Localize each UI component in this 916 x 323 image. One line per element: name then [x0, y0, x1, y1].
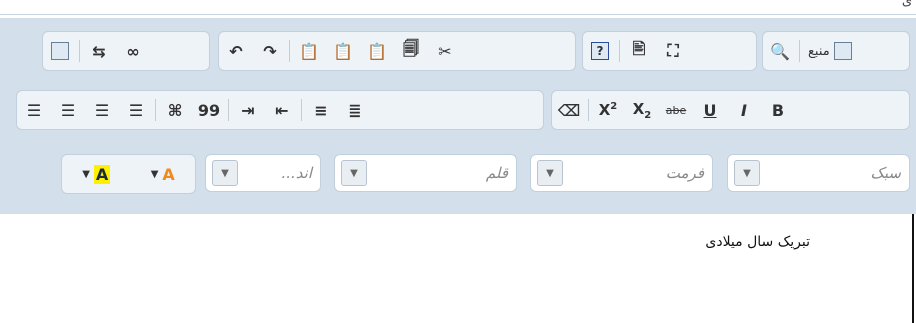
cut-icon: ✂ — [438, 41, 452, 61]
chevron-down-icon: ▼ — [341, 160, 367, 186]
paste-button[interactable]: 📋 — [363, 37, 391, 65]
undo-button[interactable]: ↶ — [222, 37, 250, 65]
templates-button[interactable]: 🖹 — [625, 37, 653, 65]
chevron-down-icon: ▼ — [537, 160, 563, 186]
source-label: منبع — [808, 43, 830, 59]
content-text: تبریک سال میلادی — [705, 234, 810, 250]
blockquote-button[interactable]: 99 — [195, 96, 223, 124]
bold-button[interactable]: B — [764, 96, 792, 124]
clipboard-group: ↶ ↷ 📋 📋 📋 🗐 ✂ — [218, 31, 576, 71]
copy-button[interactable]: 🗐 — [397, 37, 425, 65]
chevron-down-icon: ▼ — [150, 168, 159, 180]
outdent-button[interactable]: ⇤ — [268, 96, 296, 124]
paste-text-icon: 📋 — [333, 41, 353, 61]
color-group: ▼ A ▼ A — [61, 154, 196, 194]
indent-icon: ⇥ — [241, 100, 255, 120]
numbered-list-icon: ≣ — [348, 100, 362, 120]
chevron-down-icon: ▼ — [212, 160, 238, 186]
select-all-button[interactable] — [46, 37, 74, 65]
separator — [799, 40, 800, 62]
style-combo-label: سبک — [870, 164, 901, 182]
superscript-label: X2 — [598, 101, 618, 119]
replace-button[interactable]: ⇆ — [85, 37, 113, 65]
div-icon: ⌘ — [167, 100, 183, 120]
align-center-icon: ☰ — [94, 100, 110, 120]
chevron-down-icon: ▼ — [734, 160, 760, 186]
paste-word-button[interactable]: 📋 — [295, 37, 323, 65]
select-all-icon — [51, 42, 69, 60]
replace-icon: ⇆ — [92, 41, 106, 61]
help-button[interactable]: ? — [586, 37, 614, 65]
bulleted-list-icon: ≡ — [314, 100, 328, 120]
text-color-button[interactable]: ▼ A — [82, 164, 111, 184]
misc-group: ? 🖹 ⛶ — [582, 31, 757, 71]
align-center-button[interactable]: ☰ — [88, 96, 116, 124]
source-icon — [833, 42, 852, 60]
preview-button[interactable]: 🔍 — [766, 37, 794, 65]
binoculars-icon: ∞ — [126, 41, 140, 61]
align-right-icon: ☰ — [60, 100, 76, 120]
align-justify-icon: ☰ — [26, 100, 42, 120]
text-caret — [912, 214, 914, 323]
align-left-button[interactable]: ☰ — [122, 96, 150, 124]
top-strip: ی — [0, 0, 916, 15]
bg-color-button[interactable]: ▼ A — [151, 165, 175, 184]
editor-content[interactable]: تبریک سال میلادی — [0, 214, 916, 323]
text-color-icon: A — [93, 164, 111, 184]
style-combo[interactable]: ▼ سبک — [727, 154, 910, 192]
numbered-list-button[interactable]: ≣ — [341, 96, 369, 124]
eraser-icon: ⌫ — [557, 100, 581, 120]
separator — [289, 40, 290, 62]
preview-icon: 🔍 — [770, 41, 790, 61]
paste-icon: 📋 — [367, 41, 387, 61]
outdent-icon: ⇤ — [275, 100, 289, 120]
align-right-button[interactable]: ☰ — [54, 96, 82, 124]
italic-button[interactable]: I — [730, 96, 758, 124]
size-combo-label: ...اند — [281, 164, 312, 182]
separator — [155, 99, 156, 121]
justify-button[interactable]: ☰ — [20, 96, 48, 124]
paste-text-button[interactable]: 📋 — [329, 37, 357, 65]
underline-button[interactable]: U — [696, 96, 724, 124]
align-left-icon: ☰ — [128, 100, 144, 120]
create-div-button[interactable]: ⌘ — [161, 96, 189, 124]
redo-button[interactable]: ↷ — [256, 37, 284, 65]
source-preview-group: 🔍 منبع — [762, 31, 910, 71]
find-button[interactable]: ∞ — [119, 37, 147, 65]
bulleted-list-button[interactable]: ≡ — [307, 96, 335, 124]
maximize-button[interactable]: ⛶ — [659, 37, 687, 65]
separator — [619, 40, 620, 62]
format-combo-label: فرمت — [665, 164, 704, 182]
copy-icon: 🗐 — [403, 38, 419, 58]
font-combo[interactable]: ▼ قلم — [334, 154, 517, 192]
separator — [79, 40, 80, 62]
maximize-icon: ⛶ — [667, 41, 679, 60]
remove-format-button[interactable]: ⌫ — [555, 96, 583, 124]
separator — [588, 99, 589, 121]
indent-button[interactable]: ⇥ — [234, 96, 262, 124]
separator — [301, 99, 302, 121]
basic-styles-group: ⌫ X2 X2 abe U I B — [551, 90, 910, 130]
separator — [228, 99, 229, 121]
bg-color-icon: A — [162, 164, 175, 184]
top-glyph: ی — [901, 0, 912, 9]
find-group: ⇆ ∞ — [42, 31, 210, 71]
cut-button[interactable]: ✂ — [431, 37, 459, 65]
source-button[interactable]: منبع — [802, 42, 858, 60]
chevron-down-icon: ▼ — [82, 168, 90, 180]
font-combo-label: قلم — [485, 164, 508, 182]
editor-toolbar: 🔍 منبع ? 🖹 ⛶ ↶ ↷ 📋 📋 📋 🗐 ✂ ⇆ ∞ ⌫ X2 X2 a… — [0, 18, 916, 214]
undo-icon: ↶ — [229, 41, 243, 61]
size-combo[interactable]: ▼ ...اند — [205, 154, 321, 192]
templates-icon: 🖹 — [632, 38, 646, 58]
format-combo[interactable]: ▼ فرمت — [530, 154, 713, 192]
strike-button[interactable]: abe — [662, 96, 690, 124]
paste-word-icon: 📋 — [299, 41, 319, 61]
redo-icon: ↷ — [263, 41, 277, 61]
superscript-button[interactable]: X2 — [594, 96, 622, 124]
paragraph-group: ☰ ☰ ☰ ☰ ⌘ 99 ⇥ ⇤ ≡ ≣ — [16, 90, 544, 130]
subscript-button[interactable]: X2 — [628, 96, 656, 124]
help-icon: ? — [591, 42, 609, 60]
subscript-label: X2 — [632, 99, 652, 121]
